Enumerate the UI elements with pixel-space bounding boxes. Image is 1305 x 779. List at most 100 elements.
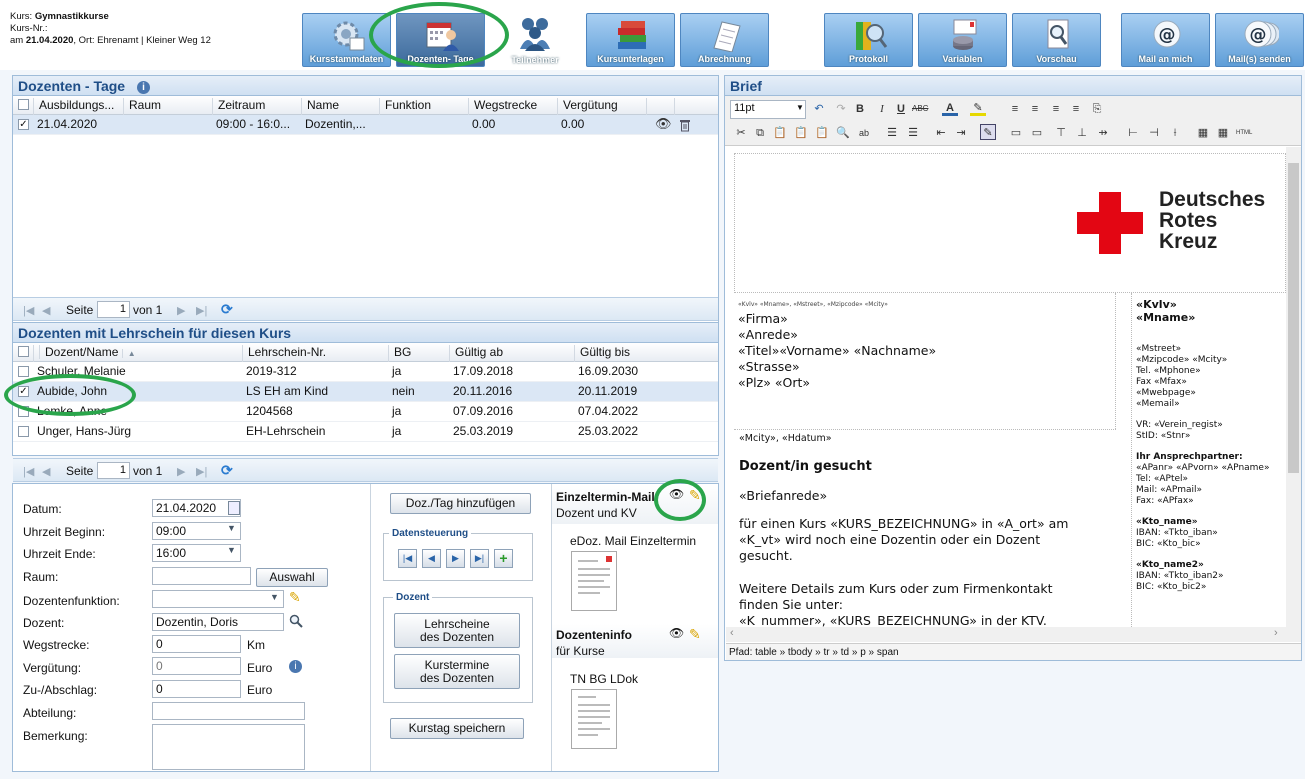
insert-row-before-icon[interactable]: ⊤ [1053,125,1069,141]
variablen-button[interactable]: Variablen [918,13,1007,67]
font-color-icon[interactable]: A [942,100,958,116]
abteilung-input[interactable] [152,702,305,720]
table-row[interactable]: Unger, Hans-Jürg EH-Lehrschein ja 25.03.201… [13,422,718,442]
last-page-icon[interactable]: ▶| [196,304,207,317]
numbered-list-icon[interactable]: ☰ [905,125,921,141]
row-checkbox[interactable]: ✓ [18,119,29,130]
next-page-icon[interactable]: ▶ [177,304,185,317]
chevron-down-icon[interactable]: ▼ [227,523,236,533]
vorschau-button[interactable]: Vorschau [1012,13,1101,67]
trash-icon[interactable] [679,118,691,132]
next-record-icon[interactable]: ▶ [446,549,465,568]
cut-icon[interactable]: ✂ [733,125,749,141]
col-verguetung[interactable]: Vergütung [557,98,647,115]
col-zeitraum[interactable]: Zeitraum [212,98,302,115]
calendar-icon[interactable] [228,501,240,515]
pencil-icon[interactable]: ✎ [689,626,701,643]
paste-word-icon[interactable]: ⎘ [1089,101,1105,117]
chevron-down-icon[interactable]: ▼ [796,103,804,112]
chevron-down-icon[interactable]: ▼ [270,592,279,602]
bullet-list-icon[interactable]: ☰ [884,125,900,141]
insert-col-after-icon[interactable]: ⊣ [1146,125,1162,141]
paste-text-icon[interactable]: 📋 [793,125,809,141]
edit-mode-icon[interactable]: ✎ [980,124,996,140]
redo-icon[interactable]: ↷ [833,101,849,117]
funktion-select[interactable] [152,590,284,608]
add-record-icon[interactable]: + [494,549,513,568]
lehrscheine-button[interactable]: Lehrscheine des Dozenten [394,613,520,648]
info-icon[interactable]: i [136,81,150,94]
verg-input[interactable]: 0 [152,657,241,675]
font-size-select[interactable]: 11pt [730,100,806,119]
document-thumbnail[interactable] [571,551,617,611]
col-gueltig-bis[interactable]: Gültig bis [574,345,704,362]
row-checkbox[interactable] [18,366,29,377]
pencil-icon[interactable]: ✎ [289,589,301,606]
align-left-icon[interactable]: ≡ [1007,101,1023,117]
protokoll-button[interactable]: Protokoll [824,13,913,67]
kurstag-speichern-button[interactable]: Kurstag speichern [390,718,524,739]
editor-content[interactable]: Deutsches Rotes Kreuz «Kvlv» «Mname», «M… [726,147,1286,627]
html-source-icon[interactable]: HTML [1236,125,1252,141]
insert-col-before-icon[interactable]: ⊢ [1125,125,1141,141]
select-all-checkbox[interactable] [18,99,29,110]
vertical-scrollbar[interactable] [1286,147,1301,627]
merge-cells-icon[interactable]: ▦ [1215,125,1231,141]
underline-icon[interactable]: U [893,101,909,117]
info-icon[interactable]: i [289,660,302,673]
strikethrough-icon[interactable]: ABC [912,101,928,117]
eye-icon[interactable]: 👁 [669,626,684,640]
bemerkung-textarea[interactable] [152,724,305,770]
search-icon[interactable] [289,614,303,628]
page-input[interactable]: 1 [97,301,130,318]
insert-row-after-icon[interactable]: ⊥ [1074,125,1090,141]
raum-input[interactable] [152,567,251,585]
find-icon[interactable]: 🔍 [835,125,851,141]
dozent-input[interactable]: Dozentin, Doris [152,613,284,631]
align-right-icon[interactable]: ≡ [1048,101,1064,117]
first-record-icon[interactable]: |◀ [398,549,417,568]
col-wegstrecke[interactable]: Wegstrecke [468,98,558,115]
italic-icon[interactable]: I [874,101,890,117]
table-cell-icon[interactable]: ▭ [1029,125,1045,141]
scroll-right-icon[interactable]: › [1274,627,1278,639]
align-center-icon[interactable]: ≡ [1027,101,1043,117]
table-row-icon[interactable]: ▭ [1008,125,1024,141]
zu-input[interactable]: 0 [152,680,241,698]
select-all-checkbox[interactable] [18,346,29,357]
kursunterlagen-button[interactable]: Kursunterlagen [586,13,675,67]
kurstermine-button[interactable]: Kurstermine des Dozenten [394,654,520,689]
paste-icon[interactable]: 📋 [772,125,788,141]
delete-row-icon[interactable]: ⇸ [1095,125,1111,141]
first-page-icon[interactable]: |◀ [23,304,34,317]
outdent-icon[interactable]: ⇤ [933,125,949,141]
split-cells-icon[interactable]: ▦ [1195,125,1211,141]
prev-page-icon[interactable]: ◀ [42,465,50,478]
document-thumbnail[interactable] [571,689,617,749]
add-tag-button[interactable]: Doz./Tag hinzufügen [390,493,531,514]
weg-input[interactable]: 0 [152,635,241,653]
undo-icon[interactable]: ↶ [811,101,827,117]
row-checkbox[interactable] [18,426,29,437]
refresh-icon[interactable]: ⟳ [221,462,233,479]
scroll-left-icon[interactable]: ‹ [730,627,734,639]
prev-page-icon[interactable]: ◀ [42,304,50,317]
table-row[interactable]: Schuler, Melanie 2019-312 ja 17.09.2018 16.0… [13,362,718,382]
last-page-icon[interactable]: ▶| [196,465,207,478]
auswahl-button[interactable]: Auswahl [256,568,328,587]
table-row[interactable]: ✓ 21.04.2020 09:00 - 16:0... Dozentin,..… [13,115,718,135]
highlight-color-icon[interactable]: ✎ [970,100,986,116]
prev-record-icon[interactable]: ◀ [422,549,441,568]
col-lehrschein-nr[interactable]: Lehrschein-Nr. [242,345,392,362]
delete-col-icon[interactable]: ⟊ [1167,125,1183,141]
refresh-icon[interactable]: ⟳ [221,301,233,318]
col-raum[interactable]: Raum [123,98,213,115]
bold-icon[interactable]: B [852,101,868,117]
scrollbar-thumb[interactable] [1288,163,1299,473]
col-name[interactable]: Name [301,98,381,115]
indent-icon[interactable]: ⇥ [953,125,969,141]
chevron-down-icon[interactable]: ▼ [227,545,236,555]
last-record-icon[interactable]: ▶| [470,549,489,568]
first-page-icon[interactable]: |◀ [23,465,34,478]
horizontal-scrollbar[interactable]: ‹ › [726,627,1301,642]
